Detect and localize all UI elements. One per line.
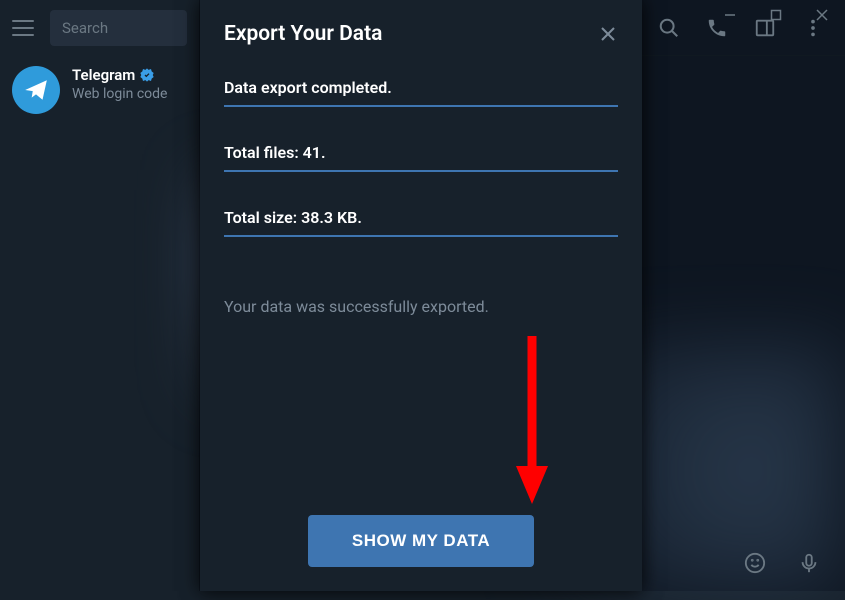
chat-title: Telegram [72, 66, 135, 84]
sidebar-panel-icon[interactable] [745, 8, 785, 48]
sidebar: Search Telegram Web login code [0, 0, 200, 591]
chat-preview: Web login code [72, 86, 187, 102]
export-data-modal: Export Your Data Data export completed. … [200, 0, 642, 591]
chat-list-item[interactable]: Telegram Web login code [0, 56, 199, 124]
total-files: Total files: 41. [224, 143, 618, 162]
more-icon[interactable] [793, 8, 833, 48]
menu-icon[interactable] [12, 20, 34, 36]
close-icon[interactable] [598, 24, 618, 44]
microphone-icon[interactable] [789, 543, 829, 583]
phone-icon[interactable] [697, 8, 737, 48]
search-icon[interactable] [649, 8, 689, 48]
export-status: Data export completed. [224, 78, 618, 97]
modal-title: Export Your Data [224, 22, 382, 46]
verified-icon [139, 67, 155, 83]
telegram-avatar [12, 66, 60, 114]
success-message: Your data was successfully exported. [224, 297, 618, 316]
search-placeholder: Search [62, 19, 108, 37]
total-size: Total size: 38.3 KB. [224, 208, 618, 227]
emoji-icon[interactable] [735, 543, 775, 583]
show-my-data-button[interactable]: SHOW MY DATA [308, 515, 534, 567]
search-input[interactable]: Search [50, 10, 187, 46]
